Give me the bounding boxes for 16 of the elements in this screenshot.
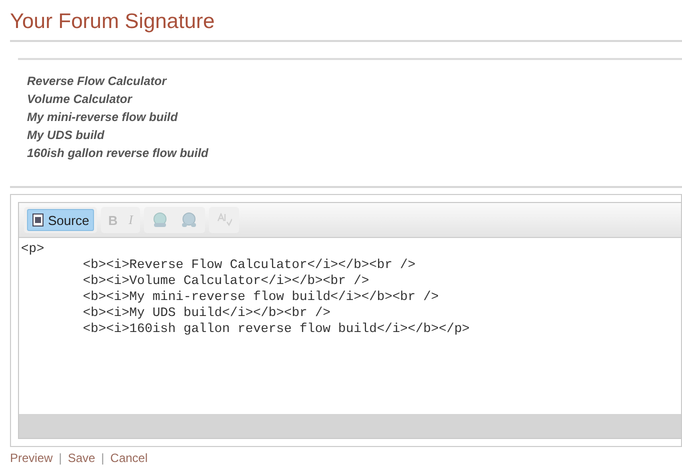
globe-chain-icon [150, 212, 169, 228]
action-link[interactable]: Cancel [110, 451, 148, 465]
spellcheck-icon [216, 213, 232, 227]
signature-line: Volume Calculator [27, 91, 132, 108]
action-link[interactable]: Preview [10, 451, 53, 465]
signature-line: 160ish gallon reverse flow build [27, 145, 208, 162]
signature-line: My mini-reverse flow build [27, 109, 178, 126]
separator: | [101, 451, 104, 465]
source-button[interactable]: Source [27, 209, 94, 231]
separator: | [58, 451, 62, 465]
globe-chain-icon [180, 212, 198, 228]
document-icon [32, 213, 44, 227]
signature-line: My UDS build [27, 127, 104, 144]
page-title: Your Forum Signature [10, 9, 216, 35]
action-link[interactable]: Save [68, 451, 96, 465]
signature-line: Reverse Flow Calculator [27, 73, 166, 90]
